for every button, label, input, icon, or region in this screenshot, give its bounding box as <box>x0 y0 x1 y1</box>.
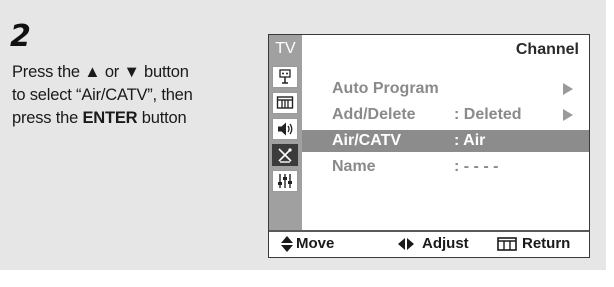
osd-footer: Move Adjust Return <box>269 230 589 257</box>
satellite-icon[interactable] <box>272 144 298 166</box>
chevron-right-icon <box>563 109 573 121</box>
menu-item-label: Name <box>332 158 376 175</box>
down-arrow-icon: ▼ <box>123 63 140 81</box>
tv-label: TV <box>275 40 296 57</box>
instruction-text-part: button <box>137 109 187 127</box>
instruction-text-part: button <box>139 63 189 81</box>
chevron-right-icon <box>563 83 573 95</box>
menu-item-label: Add/Delete <box>332 106 416 123</box>
instruction-text-part: or <box>100 63 124 81</box>
setup-icon[interactable] <box>272 170 298 192</box>
up-down-arrow-icon <box>280 235 294 253</box>
sound-icon[interactable] <box>272 118 298 140</box>
return-label: Return <box>522 235 571 252</box>
antenna-icon[interactable] <box>272 66 298 88</box>
instruction-text: Press the ▲ or ▼ button to select “Air/C… <box>12 61 252 130</box>
move-hint: Move <box>280 232 334 255</box>
menu-item-add-delete[interactable]: Add/Delete : Deleted <box>302 104 589 126</box>
menu-item-label: Air/CATV <box>332 132 402 149</box>
menu-item-value: : - - - - <box>454 158 499 175</box>
return-hint: Return <box>497 232 570 255</box>
menu-item-value: : Air <box>454 132 486 149</box>
menu-item-air-catv[interactable]: Air/CATV : Air <box>302 130 589 152</box>
up-arrow-icon: ▲ <box>84 63 101 81</box>
tv-osd-screen: TV Channel Auto Program Add/Delete: Del… <box>268 34 590 258</box>
menu-title: Channel <box>515 41 579 58</box>
osd-sidebar: TV <box>269 35 302 233</box>
adjust-label: Adjust <box>422 235 469 252</box>
menu-item-value: : Deleted <box>454 106 522 123</box>
menu-item-auto-program[interactable]: Auto Program <box>302 78 589 100</box>
picture-icon[interactable] <box>272 92 298 114</box>
instruction-text-part: press the <box>12 109 83 127</box>
move-label: Move <box>296 235 335 252</box>
enter-key-label: ENTER <box>82 109 138 127</box>
step-number: 2 <box>10 19 31 54</box>
menu-item-label: Auto Program <box>332 80 439 97</box>
adjust-hint: Adjust <box>397 232 469 255</box>
menu-icon <box>497 236 517 251</box>
instruction-panel: 2 Press the ▲ or ▼ button to select “Air… <box>0 0 606 270</box>
menu-item-name[interactable]: Name : - - - - <box>302 156 589 178</box>
instruction-line-2: to select “Air/CATV”, then <box>12 86 193 104</box>
instruction-text-part: Press the <box>12 63 85 81</box>
left-right-arrow-icon <box>397 237 415 251</box>
